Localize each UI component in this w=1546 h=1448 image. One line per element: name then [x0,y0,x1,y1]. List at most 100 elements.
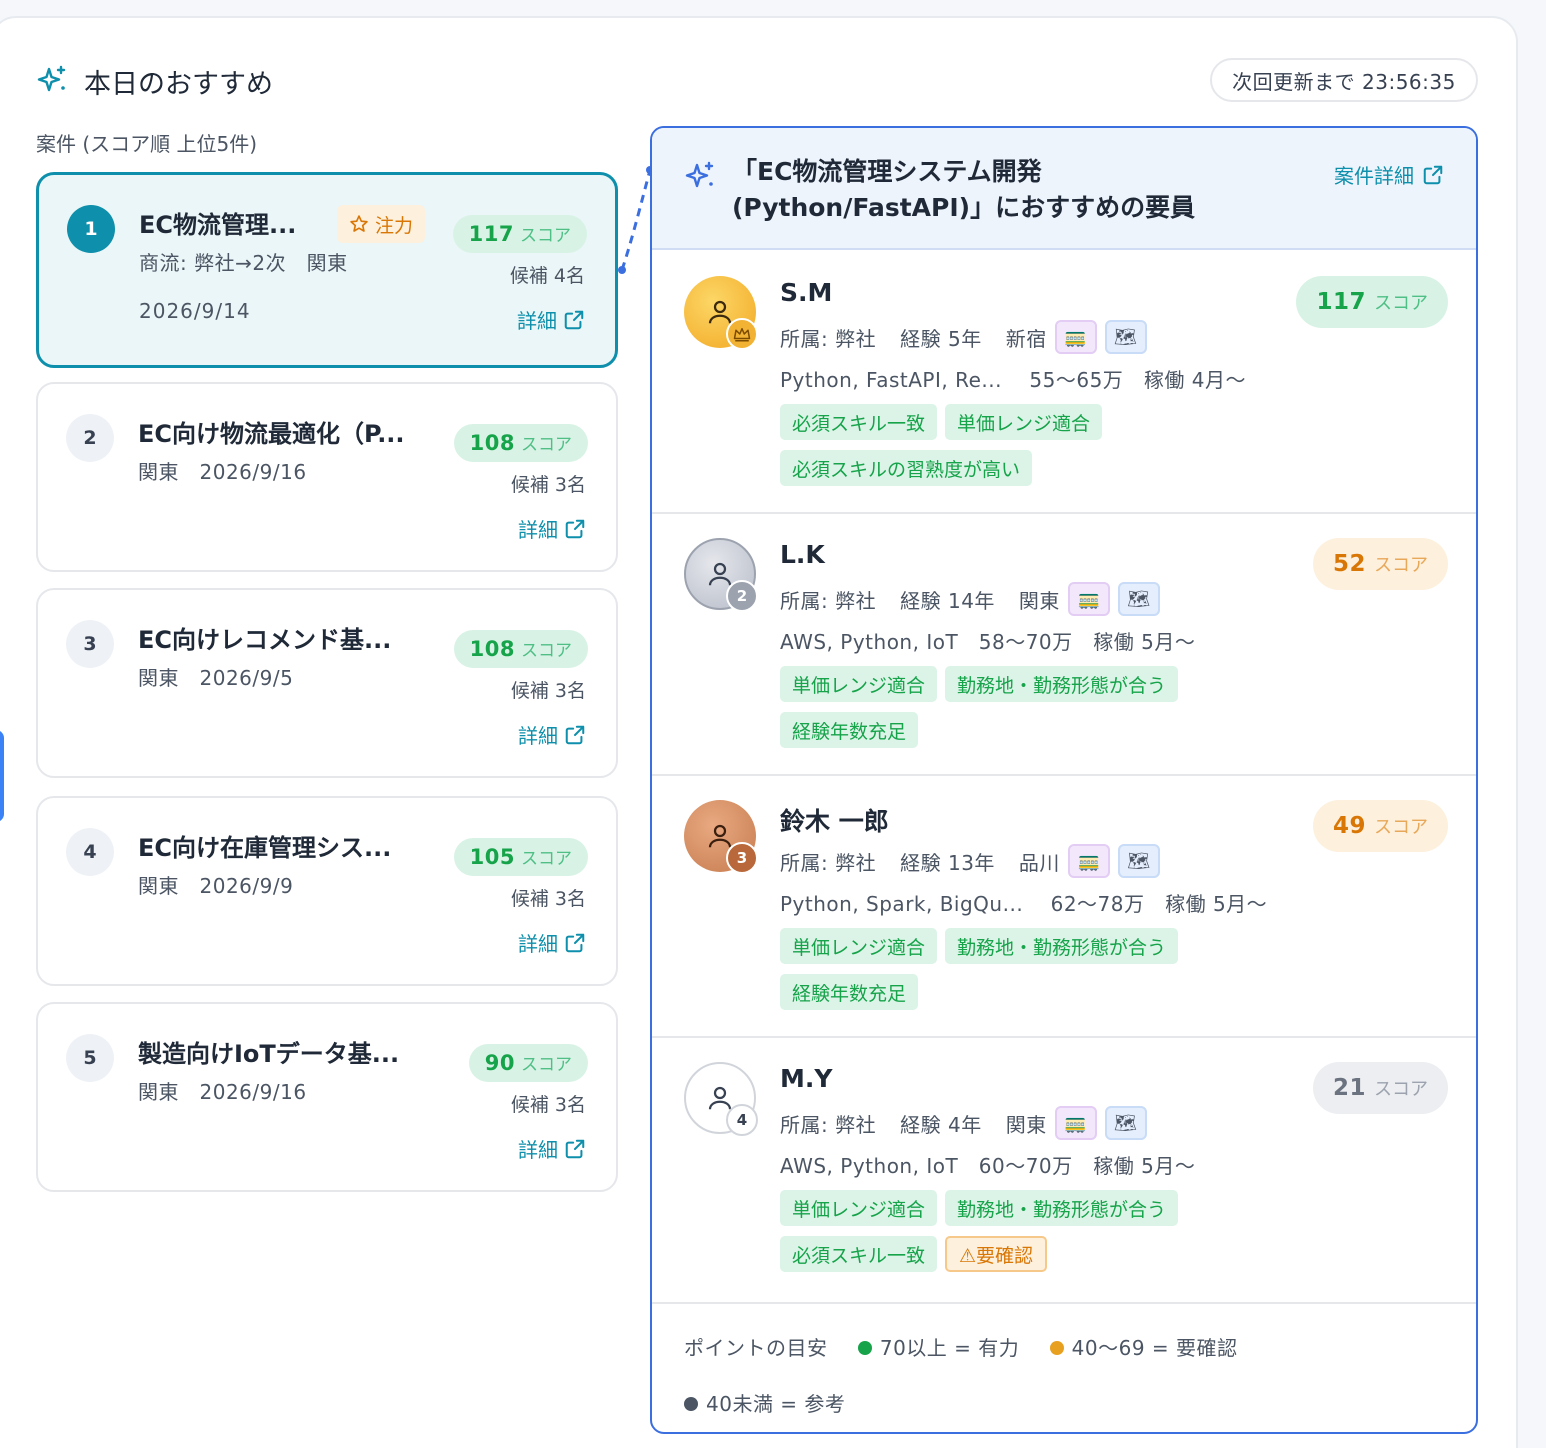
external-link-icon [565,725,585,744]
candidate-score-badge: 21 スコア [1312,1062,1448,1114]
candidate-experience: 経験 14年 [900,588,995,613]
candidate-start: 稼働 5月〜 [1093,630,1196,654]
candidate-experience: 経験 13年 [900,850,995,875]
candidate-score-value: 117 [1316,289,1366,315]
sparkles-icon [37,65,66,92]
project-detail-label: 詳細 [518,724,558,748]
candidate-score-value: 49 [1332,813,1366,839]
project-rank: 3 [66,620,114,668]
candidate-score-value: 52 [1332,551,1366,577]
project-score-badge: 105 スコア [453,838,588,876]
project-score-value: 117 [468,222,514,246]
candidate-name: S.M [780,278,833,307]
project-title: EC向け物流最適化（P... [138,420,405,448]
candidate-location: 新宿 [1005,326,1047,351]
match-tag: 単価レンジ適合 [780,666,938,702]
candidate-name: 鈴木 一郎 [780,807,889,836]
match-tag: 単価レンジ適合 [780,1190,938,1226]
project-detail-link[interactable]: 案件詳細 [1334,160,1444,189]
match-tags: 単価レンジ適合 勤務地・勤務形態が合う 必須スキル一致 ⚠要確認 [780,1190,1300,1272]
candidate-location: 品川 [1018,850,1060,875]
project-card-2[interactable]: 2 EC向け物流最適化（P... 関東 2026/9/16 108 スコア 候補 … [36,382,618,572]
map-icon: 🗺 [1104,1106,1147,1140]
candidate-score-badge: 52 スコア [1312,538,1448,590]
project-rank: 1 [67,205,115,253]
project-rank: 2 [66,414,114,462]
project-detail-link[interactable]: 詳細 [518,928,586,957]
candidate-skills-line: AWS, Python, IoT 58〜70万 稼働 5月〜 [780,626,1195,655]
project-detail-link[interactable]: 詳細 [518,1134,586,1163]
project-score-value: 108 [469,431,515,455]
match-tags: 単価レンジ適合 勤務地・勤務形態が合う 経験年数充足 [780,928,1300,1010]
legend-dot-strong [857,1341,872,1355]
project-title: EC向け在庫管理シス... [138,834,392,862]
candidate-score-unit: スコア [1374,817,1428,838]
project-detail-label: 詳細 [518,932,558,956]
external-link-icon [1423,165,1443,184]
project-score-unit: スコア [521,849,572,869]
project-subinfo: 関東 2026/9/9 [138,874,294,898]
project-subinfo: 関東 2026/9/5 [138,666,294,690]
match-tag: 単価レンジ適合 [780,928,938,964]
candidate-start: 稼働 4月〜 [1143,368,1246,392]
project-detail-link[interactable]: 詳細 [518,720,586,749]
project-score-badge: 117 スコア [452,215,587,253]
project-subinfo: 関東 2026/9/16 [138,460,307,484]
page-title: 本日のおすすめ [84,69,273,100]
map-icon: 🗺 [1117,844,1160,878]
candidate-meta: 所属: 弊社 経験 5年 新宿 🚃 🗺 [780,320,1147,354]
legend-label: ポイントの目安 [684,1336,828,1360]
candidate-meta: 所属: 弊社 経験 4年 関東 🚃 🗺 [780,1106,1147,1140]
project-detail-label: 詳細 [517,309,557,333]
project-list-caption: 案件 (スコア順 上位5件) [36,132,258,156]
external-link-icon [565,933,585,952]
project-rank: 5 [66,1034,114,1082]
project-detail-link[interactable]: 詳細 [518,514,586,543]
project-title: EC物流管理... [139,211,297,239]
project-score-badge: 108 スコア [453,424,588,462]
project-detail-link[interactable]: 詳細 [517,305,585,334]
candidate-score-badge: 49 スコア [1312,800,1448,852]
candidate-location: 関東 [1005,1112,1047,1137]
project-score-unit: スコア [521,1055,572,1075]
project-detail-label: 案件詳細 [1334,164,1414,188]
project-score-unit: スコア [521,435,572,455]
legend-dot-reference [684,1397,698,1411]
project-card-5[interactable]: 5 製造向けIoTデータ基... 関東 2026/9/16 90 スコア 候補 3… [36,1002,618,1192]
candidate-row-3[interactable]: 3 鈴木 一郎 所属: 弊社 経験 13年 品川 🚃 🗺 Python, Spa… [652,776,1476,1038]
candidate-row-1[interactable]: S.M 所属: 弊社 経験 5年 新宿 🚃 🗺 Python, FastAPI,… [652,252,1476,514]
side-drawer-handle[interactable] [0,730,4,822]
project-title: 製造向けIoTデータ基... [138,1040,400,1068]
recommended-staff-header: 「EC物流管理システム開発(Python/FastAPI)」におすすめの要員 案… [652,128,1476,250]
map-icon: 🗺 [1117,582,1160,616]
map-icon: 🗺 [1104,320,1147,354]
project-candidate-count: 候補 3名 [510,680,586,702]
candidate-affiliation: 所属: 弊社 [780,588,877,613]
project-card-4[interactable]: 4 EC向け在庫管理シス... 関東 2026/9/9 105 スコア 候補 3名… [36,796,618,986]
candidate-affiliation: 所属: 弊社 [780,850,877,875]
project-detail-label: 詳細 [518,1138,558,1162]
project-score-value: 105 [469,845,515,869]
candidate-experience: 経験 4年 [900,1112,982,1137]
project-card-1[interactable]: 1 EC物流管理... 注力 商流: 弊社→2次 関東 2026/9/14 11… [36,172,618,368]
candidate-price: 62〜78万 [1050,892,1145,916]
candidate-row-4[interactable]: 4 M.Y 所属: 弊社 経験 4年 関東 🚃 🗺 AWS, Python, I… [652,1038,1476,1304]
match-tag: 必須スキルの習熟度が高い [780,450,1033,486]
project-subinfo: 商流: 弊社→2次 関東 [139,251,348,275]
candidate-affiliation: 所属: 弊社 [780,1112,877,1137]
recommended-staff-panel: 「EC物流管理システム開発(Python/FastAPI)」におすすめの要員 案… [650,126,1478,1434]
candidate-skills-line: Python, Spark, BigQu... 62〜78万 稼働 5月〜 [780,888,1267,917]
project-card-3[interactable]: 3 EC向けレコメンド基... 関東 2026/9/5 108 スコア 候補 3名… [36,588,618,778]
project-score-unit: スコア [520,226,571,246]
candidate-score-value: 21 [1332,1075,1366,1101]
candidate-rank-badge: 3 [726,842,758,874]
project-candidate-count: 候補 4名 [509,265,585,287]
sparkles-icon [685,161,714,188]
candidate-skills-line: Python, FastAPI, Re... 55〜65万 稼働 4月〜 [780,364,1246,393]
candidate-meta: 所属: 弊社 経験 13年 品川 🚃 🗺 [780,844,1160,878]
candidate-row-2[interactable]: 2 L.K 所属: 弊社 経験 14年 関東 🚃 🗺 AWS, Python, … [652,514,1476,776]
candidate-price: 58〜70万 [978,630,1073,654]
focus-badge-label: 注力 [375,214,414,237]
candidate-name: L.K [780,540,825,569]
project-score-value: 90 [484,1051,515,1075]
